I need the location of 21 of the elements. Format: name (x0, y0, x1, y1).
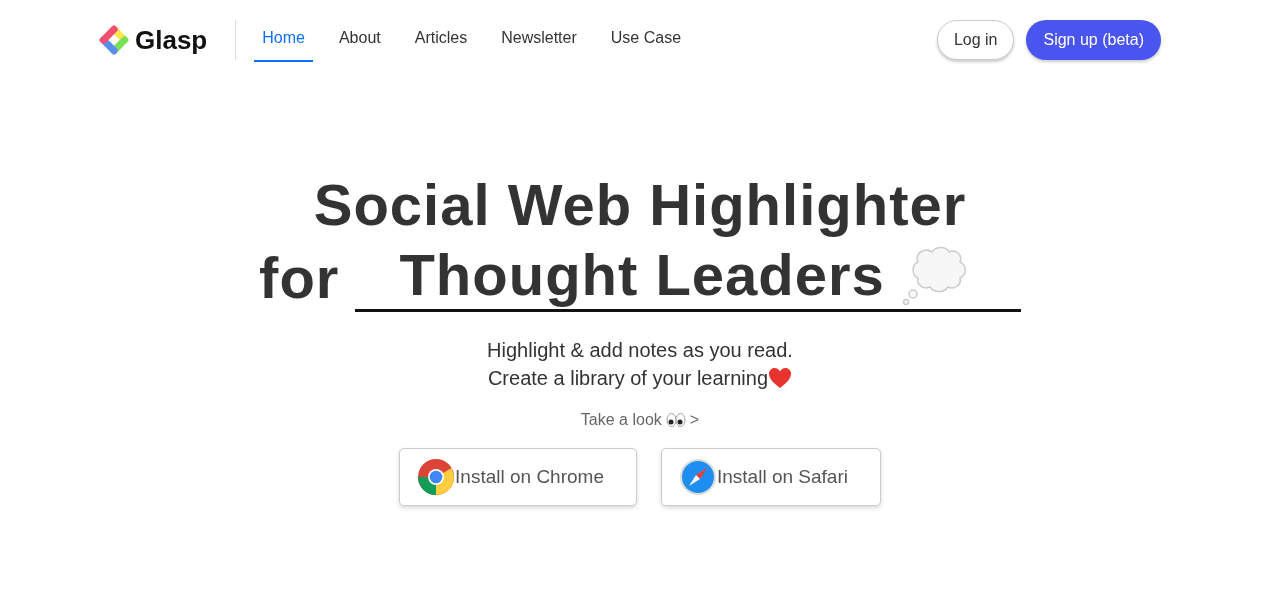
nav-link[interactable]: Newsletter (493, 18, 585, 62)
logo-icon (97, 23, 131, 57)
hero-title-prefix: for (259, 243, 340, 312)
nav-link[interactable]: Use Case (602, 18, 690, 62)
chrome-icon (417, 458, 456, 497)
brand-name[interactable]: Glasp (135, 20, 208, 60)
heart-icon (768, 367, 793, 390)
take-a-look-link[interactable]: Take a look > (580, 408, 700, 433)
hero-title-highlight: Thought Leaders (399, 240, 885, 309)
install-button[interactable]: Install on Chrome (399, 448, 637, 507)
subtitle-text: Create a library of your learning (487, 366, 769, 392)
signup-button[interactable]: Sign up (beta) (1026, 20, 1161, 60)
nav-link[interactable]: Home (254, 18, 313, 62)
nav-link[interactable]: About (330, 18, 389, 62)
hero-title: Social Web Highlighter (313, 171, 967, 239)
eyes-icon (665, 412, 686, 429)
subtitle-text: Highlight & add notes as you read. (487, 338, 793, 364)
nav-link[interactable]: Articles (406, 18, 476, 62)
login-button[interactable]: Log in (936, 20, 1015, 60)
compass-icon (678, 458, 717, 497)
install-button[interactable]: Install on Safari (660, 448, 881, 507)
